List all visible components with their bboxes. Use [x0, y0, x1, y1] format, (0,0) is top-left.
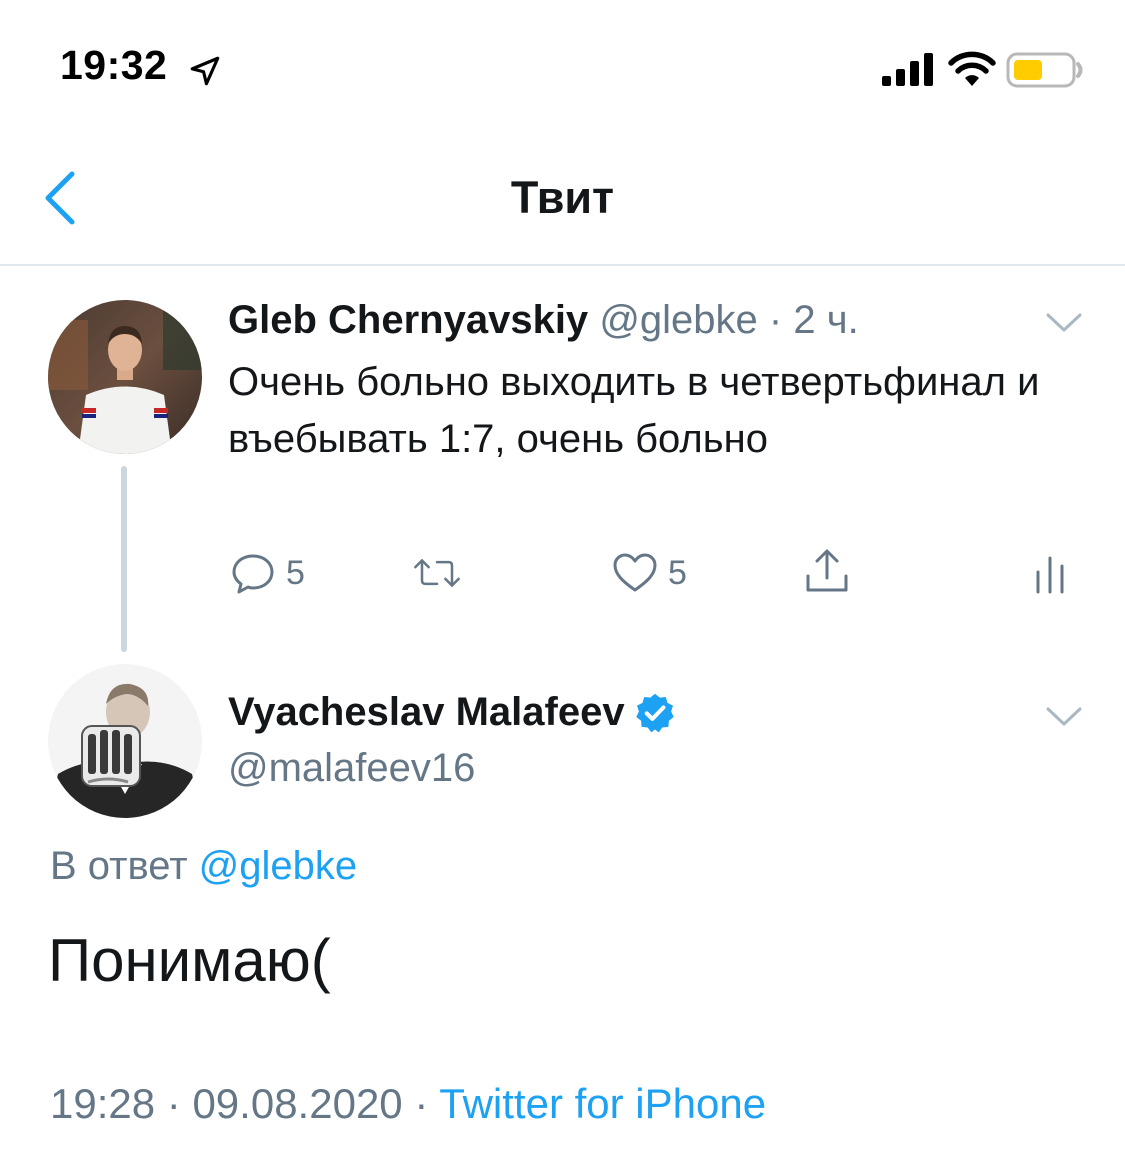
- reply-count: 5: [286, 553, 305, 592]
- bar-chart-icon: [1036, 556, 1064, 594]
- page-title: Твит: [510, 172, 615, 223]
- main-tweet-text: Понимаю(: [48, 927, 331, 994]
- status-time: 19:32: [60, 42, 168, 88]
- parent-tweet-header: Gleb Chernyavskiy @glebke · 2 ч.: [228, 298, 859, 343]
- tweet-source-link[interactable]: Twitter for iPhone: [439, 1080, 766, 1127]
- analytics-button[interactable]: [1026, 548, 1076, 598]
- parent-author-name[interactable]: Gleb Chernyavskiy: [228, 298, 588, 342]
- share-button[interactable]: [802, 546, 852, 596]
- retweet-icon: [414, 559, 460, 587]
- meta-separator: ·: [166, 1080, 181, 1127]
- reply-context: В ответ @glebke: [50, 844, 357, 889]
- location-arrow-icon: [190, 56, 220, 86]
- reply-handle-link[interactable]: @glebke: [199, 844, 357, 888]
- chevron-down-icon[interactable]: [1044, 310, 1084, 336]
- reply-prefix: В ответ: [50, 844, 188, 888]
- main-author-row: Vyacheslav Malafeev: [228, 690, 677, 735]
- nav-divider: [0, 264, 1125, 266]
- parent-tweet-text: Очень больно выходить в четвертьфинал и …: [228, 360, 1040, 461]
- reply-icon: [232, 554, 274, 594]
- avatar-malafeev[interactable]: [48, 664, 202, 818]
- tweet-date: 09.08.2020: [192, 1080, 403, 1127]
- thread-line: [121, 466, 127, 652]
- like-button[interactable]: 5: [610, 548, 687, 598]
- cellular-signal-icon: [882, 53, 933, 86]
- main-author-name[interactable]: Vyacheslav Malafeev: [228, 690, 625, 735]
- battery-icon: [1006, 52, 1083, 88]
- tweet-time: 19:28: [50, 1080, 156, 1127]
- reply-button[interactable]: 5: [228, 548, 305, 598]
- main-author-handle[interactable]: @malafeev16: [228, 746, 475, 791]
- heart-icon: [613, 553, 657, 592]
- meta-separator: ·: [414, 1080, 429, 1127]
- tweet-meta: 19:28 · 09.08.2020 · Twitter for iPhone: [50, 1080, 766, 1128]
- verified-badge-icon: [635, 693, 674, 732]
- wifi-icon: [948, 51, 996, 86]
- parent-tweet-time: 2 ч.: [793, 298, 859, 342]
- retweet-button[interactable]: [412, 548, 462, 598]
- header-separator: ·: [768, 298, 783, 342]
- share-icon: [806, 549, 848, 592]
- like-count: 5: [668, 553, 687, 592]
- chevron-down-icon[interactable]: [1044, 704, 1084, 730]
- parent-author-handle[interactable]: @glebke: [599, 298, 757, 342]
- avatar-gleb[interactable]: [48, 300, 202, 454]
